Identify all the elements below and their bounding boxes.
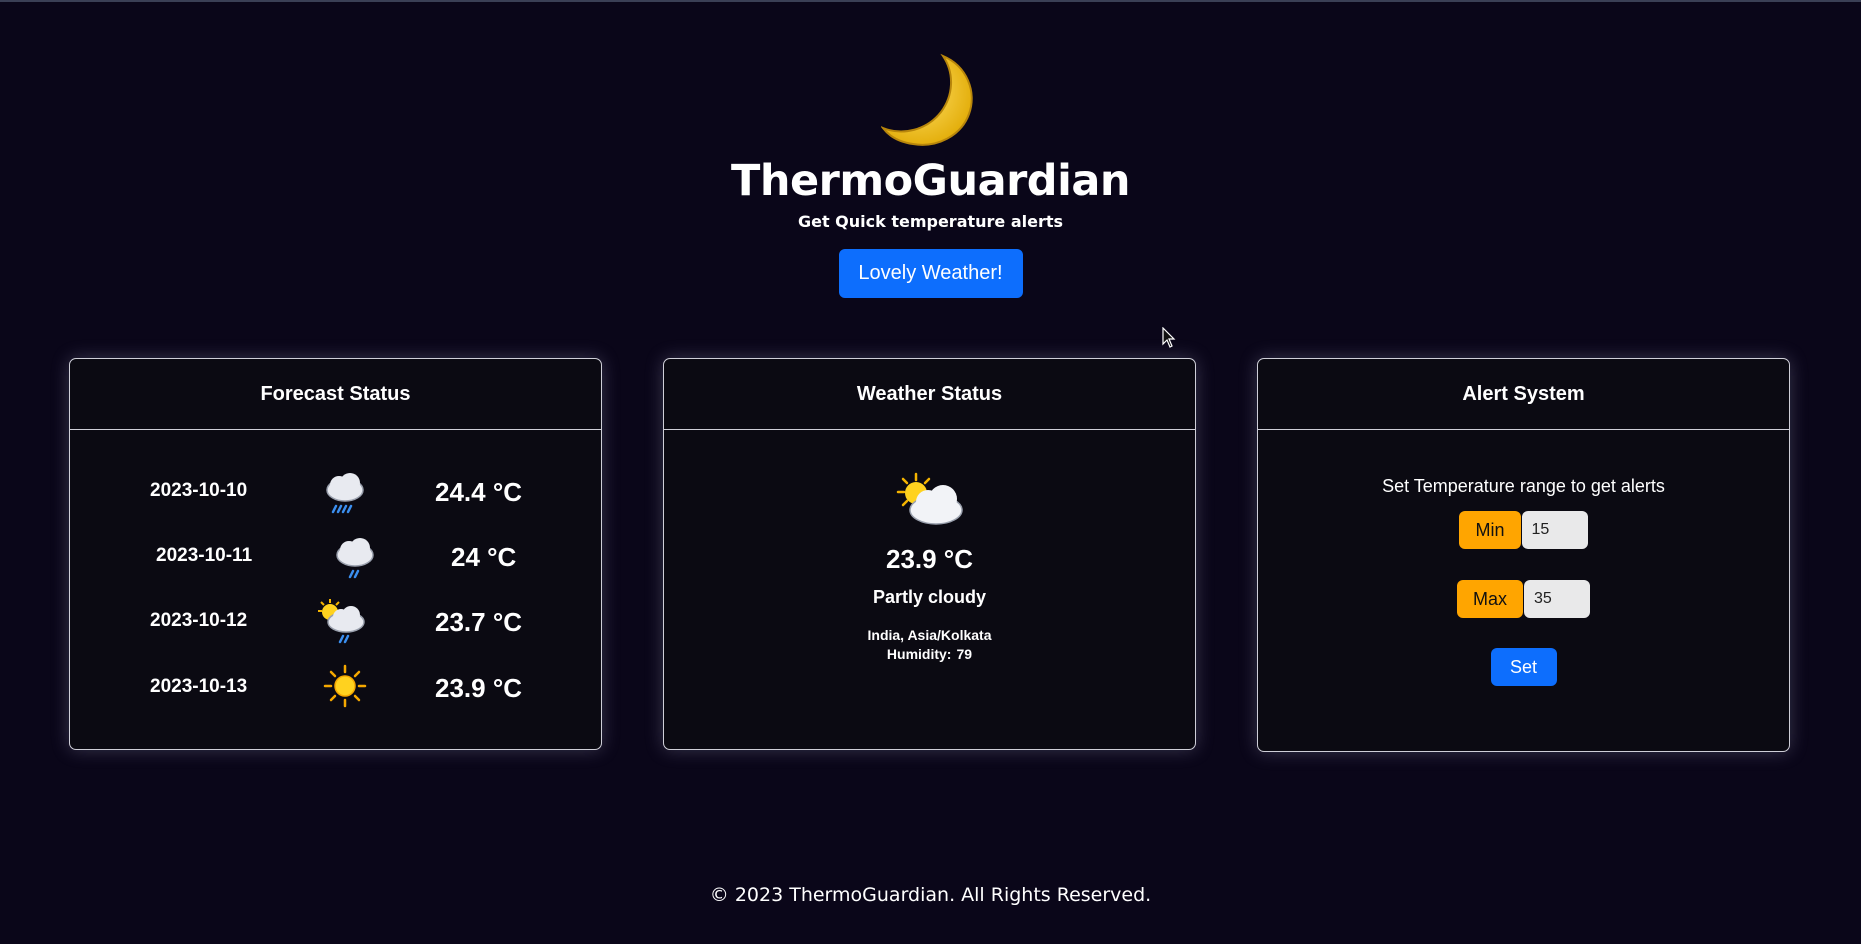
min-label: Min bbox=[1459, 511, 1521, 549]
forecast-date: 2023-10-10 bbox=[150, 480, 248, 501]
weather-card-title: Weather Status bbox=[664, 359, 1195, 430]
forecast-row: 2023-10-10 24.4 °C bbox=[70, 468, 601, 518]
forecast-card-title: Forecast Status bbox=[70, 359, 601, 430]
min-range-row: Min bbox=[1459, 511, 1588, 549]
current-temp: 23.9 °C bbox=[885, 544, 973, 574]
forecast-temp: 23.9 °C bbox=[435, 673, 523, 703]
weather-location: India, Asia/Kolkata bbox=[867, 627, 992, 643]
max-range-row: Max bbox=[1456, 580, 1590, 618]
partly-cloudy-icon bbox=[894, 472, 966, 532]
forecast-date: 2023-10-11 bbox=[156, 545, 253, 566]
max-label: Max bbox=[1456, 580, 1523, 618]
app-subtitle: Get Quick temperature alerts bbox=[797, 212, 1064, 231]
min-temp-input[interactable] bbox=[1521, 511, 1588, 549]
humidity-row: Humidity: 79 bbox=[887, 645, 972, 664]
forecast-temp: 24 °C bbox=[451, 542, 517, 572]
forecast-temp: 24.4 °C bbox=[435, 477, 523, 507]
crescent-moon-icon bbox=[880, 52, 981, 148]
weather-body: 23.9 °C Partly cloudy India, Asia/Kolkat… bbox=[664, 430, 1195, 664]
footer-copyright: © 2023 ThermoGuardian. All Rights Reserv… bbox=[709, 884, 1152, 906]
forecast-row: 2023-10-12 23.7 °C bbox=[70, 598, 601, 648]
forecast-date: 2023-10-13 bbox=[150, 676, 248, 697]
mouse-cursor-icon bbox=[1162, 327, 1176, 348]
forecast-row: 2023-10-11 24 °C bbox=[70, 533, 601, 583]
lovely-weather-button[interactable]: Lovely Weather! bbox=[838, 249, 1023, 298]
set-alert-button[interactable]: Set bbox=[1490, 648, 1557, 686]
sun-cloud-rain-icon bbox=[316, 598, 366, 648]
rain-cloud-icon bbox=[320, 468, 370, 518]
alert-card-title: Alert System bbox=[1258, 359, 1789, 430]
forecast-row: 2023-10-13 23.9 °C bbox=[70, 664, 601, 714]
light-rain-cloud-icon bbox=[330, 533, 380, 583]
alert-instruction: Set Temperature range to get alerts bbox=[1382, 476, 1665, 496]
forecast-date: 2023-10-12 bbox=[150, 610, 248, 631]
forecast-card: Forecast Status 2023-10-10 24.4 °C 2023-… bbox=[69, 358, 602, 750]
max-temp-input[interactable] bbox=[1524, 580, 1590, 618]
weather-condition: Partly cloudy bbox=[872, 587, 987, 607]
app-title: ThermoGuardian bbox=[731, 156, 1130, 206]
humidity-label: Humidity: bbox=[886, 646, 952, 662]
weather-card: Weather Status 23.9 °C Partly cloudy Ind… bbox=[663, 358, 1196, 750]
top-divider bbox=[0, 0, 1861, 2]
alert-body: Set Temperature range to get alerts Min … bbox=[1258, 430, 1789, 686]
site-header: ThermoGuardian Get Quick temperature ale… bbox=[0, 52, 1861, 298]
forecast-temp: 23.7 °C bbox=[435, 607, 523, 637]
alert-card: Alert System Set Temperature range to ge… bbox=[1257, 358, 1790, 752]
sun-icon bbox=[323, 664, 373, 714]
humidity-value: 79 bbox=[956, 646, 973, 662]
